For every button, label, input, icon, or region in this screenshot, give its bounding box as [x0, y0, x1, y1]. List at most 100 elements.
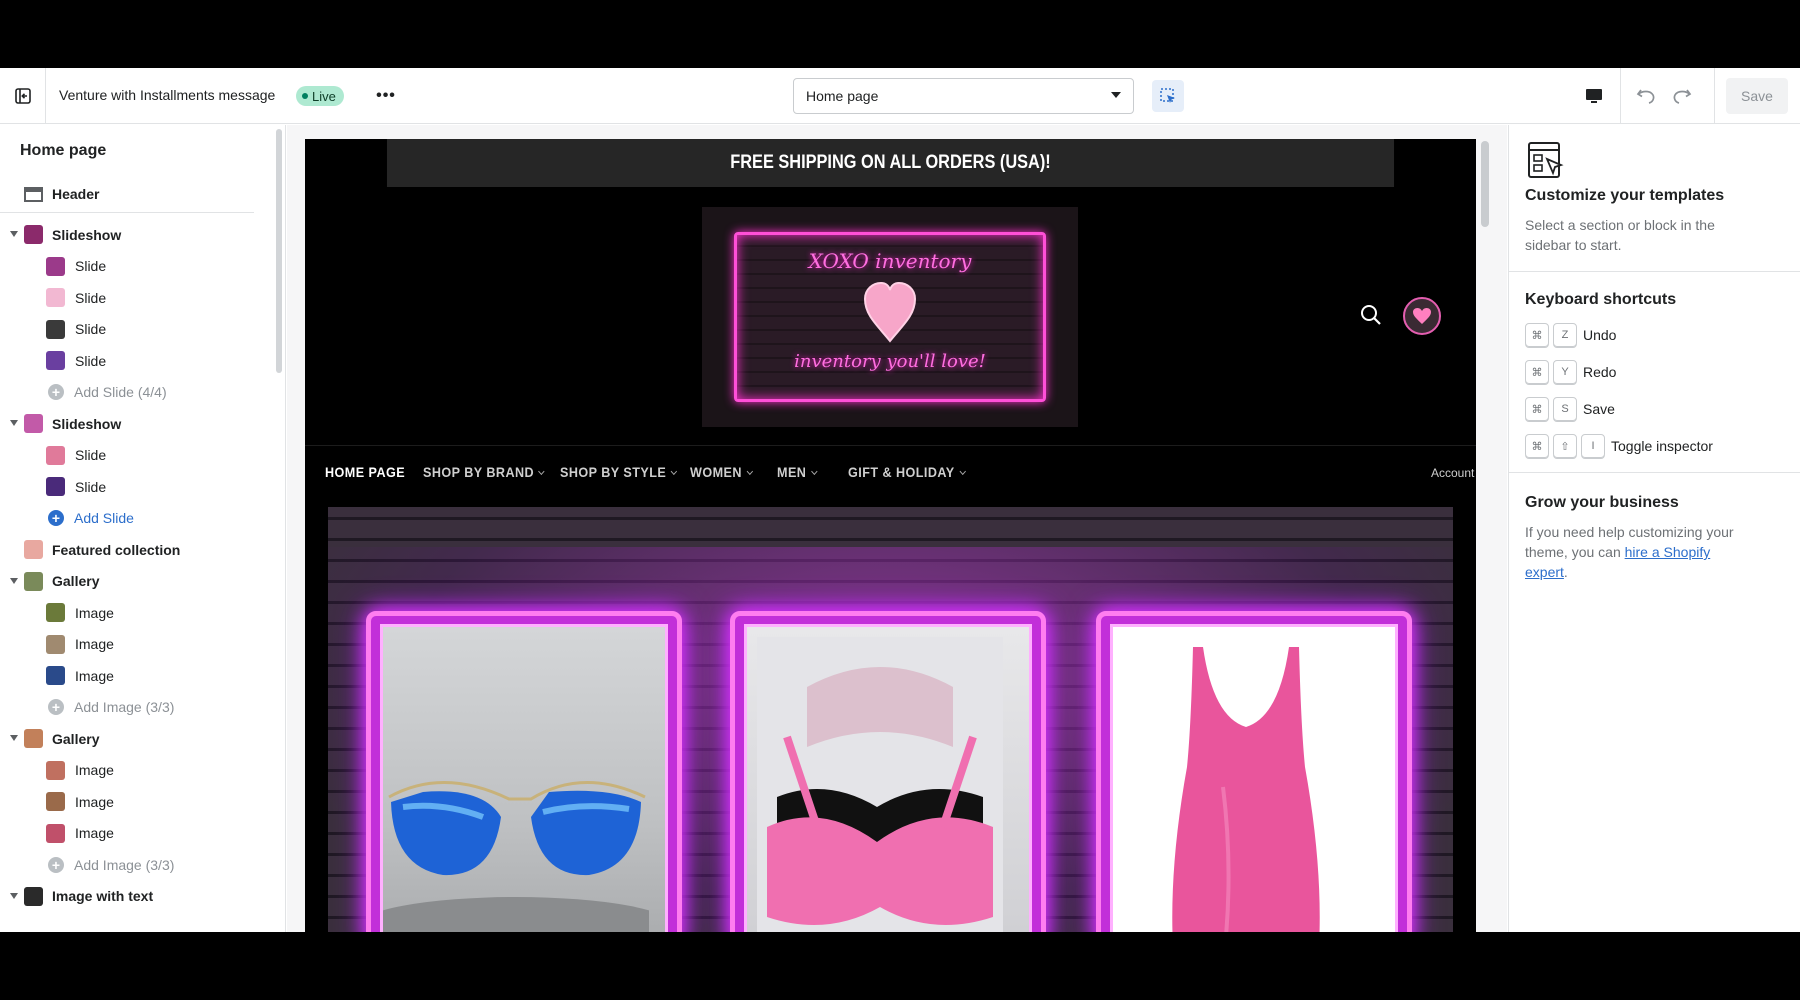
- grow-text: If you need help customizing your theme,…: [1525, 522, 1755, 582]
- sidebar-row-label: Featured collection: [52, 541, 181, 558]
- grow-text-after: .: [1563, 564, 1568, 580]
- redo-button[interactable]: [1666, 80, 1698, 112]
- template-page-select[interactable]: Home page: [793, 78, 1134, 114]
- preview-area: FREE SHIPPING ON ALL ORDERS (USA)! XOXO …: [287, 125, 1507, 932]
- sidebar-block-image[interactable]: Image: [0, 597, 270, 629]
- sidebar-row-label: Gallery: [52, 730, 100, 747]
- keycap: Y: [1553, 360, 1577, 384]
- chevron-down-icon: [959, 467, 966, 476]
- nav-label: MEN: [777, 464, 807, 480]
- block-thumbnail: [46, 823, 65, 843]
- nav-item-shop-by-style[interactable]: SHOP BY STYLE: [560, 464, 678, 480]
- section-thumbnail: [24, 414, 43, 434]
- cart-icon[interactable]: [1403, 297, 1441, 335]
- section-label: Header: [52, 186, 100, 202]
- sidebar-section-slideshow[interactable]: Slideshow: [0, 219, 270, 251]
- preview-scrollbar[interactable]: [1481, 141, 1489, 227]
- theme-name: Venture with Installments message: [59, 87, 276, 103]
- collapse-triangle-icon[interactable]: [10, 577, 18, 584]
- heart-icon: [863, 281, 917, 343]
- nav-label: GIFT & HOLIDAY: [848, 464, 955, 480]
- chevron-down-icon: [810, 467, 818, 476]
- add-block-button[interactable]: + Add Slide (4/4): [0, 377, 270, 409]
- sidebar-row-label: Image: [75, 636, 114, 653]
- exit-editor-button[interactable]: [0, 68, 46, 124]
- collapse-triangle-icon[interactable]: [10, 231, 18, 237]
- sidebar-row-label: Slide: [75, 321, 107, 338]
- nav-label: HOME PAGE: [325, 464, 406, 480]
- sidebar-row-label: Slide: [75, 478, 107, 495]
- sidebar-block-slide[interactable]: Slide: [0, 345, 270, 377]
- nav-item-women[interactable]: WOMEN: [690, 464, 753, 480]
- add-block-button[interactable]: + Add Slide: [0, 503, 270, 535]
- sidebar-section-slideshow[interactable]: Slideshow: [0, 408, 270, 440]
- sidebar-row-label: Add Image (3/3): [74, 856, 175, 873]
- keycap: ⇧: [1553, 434, 1577, 458]
- sidebar-row-label: Gallery: [52, 573, 100, 590]
- announcement-bar[interactable]: FREE SHIPPING ON ALL ORDERS (USA)!: [386, 139, 1395, 187]
- sidebar-block-slide[interactable]: Slide: [0, 471, 270, 503]
- shortcut-label: Toggle inspector: [1611, 438, 1713, 454]
- chevron-down-icon: [538, 467, 545, 476]
- section-header[interactable]: Header: [0, 176, 254, 213]
- collapse-triangle-icon[interactable]: [10, 892, 18, 899]
- save-button[interactable]: Save: [1726, 78, 1788, 114]
- sidebar-row-label: Image: [75, 604, 114, 621]
- keycap: ⌘: [1525, 323, 1549, 347]
- sidebar-row-label: Slide: [75, 258, 107, 275]
- sidebar-block-slide[interactable]: Slide: [0, 282, 270, 314]
- keycap: S: [1553, 397, 1577, 421]
- plus-circle-icon: +: [48, 384, 64, 401]
- more-actions-button[interactable]: •••: [372, 82, 400, 110]
- shortcut-row: ⌘ Y Redo: [1525, 360, 1785, 384]
- sidebar-block-image[interactable]: Image: [0, 629, 270, 661]
- inspector-toggle-button[interactable]: [1152, 80, 1184, 112]
- nav-item-shop-by-brand[interactable]: SHOP BY BRAND: [423, 464, 545, 480]
- pink-dress-image: [1096, 611, 1412, 932]
- nav-item-gift-holiday[interactable]: GIFT & HOLIDAY: [848, 464, 966, 480]
- sidebar-section-featured-collection[interactable]: Featured collection: [0, 534, 270, 566]
- add-block-button[interactable]: + Add Image (3/3): [0, 849, 270, 881]
- sidebar-section-gallery[interactable]: Gallery: [0, 566, 270, 598]
- dress-illustration: [1172, 647, 1320, 932]
- nav-item-home[interactable]: HOME PAGE: [325, 464, 405, 480]
- sidebar-scrollbar[interactable]: [276, 129, 282, 373]
- letterbox-bottom: [0, 932, 1800, 1000]
- sidebar-block-image[interactable]: Image: [0, 786, 270, 818]
- collapse-triangle-icon[interactable]: [10, 735, 18, 741]
- nav-item-men[interactable]: MEN: [777, 464, 818, 480]
- collapse-triangle-icon[interactable]: [10, 420, 18, 426]
- block-thumbnail: [46, 288, 65, 308]
- store-logo[interactable]: XOXO inventory inventory you'll love!: [702, 207, 1078, 427]
- sidebar-block-slide[interactable]: Slide: [0, 251, 270, 283]
- account-link[interactable]: Account: [1431, 466, 1474, 480]
- sidebar-block-slide[interactable]: Slide: [0, 440, 270, 472]
- search-icon[interactable]: [1359, 303, 1383, 332]
- nav-label: WOMEN: [690, 464, 742, 480]
- desktop-view-button[interactable]: [1578, 80, 1610, 112]
- tree-rows: Slideshow Slide Slide Slide Slide + Add Slide …: [0, 219, 270, 912]
- storefront-preview[interactable]: FREE SHIPPING ON ALL ORDERS (USA)! XOXO …: [305, 139, 1476, 932]
- nav-label: SHOP BY STYLE: [560, 464, 667, 480]
- sidebar-section-gallery[interactable]: Gallery: [0, 723, 270, 755]
- sidebar-block-image[interactable]: Image: [0, 755, 270, 787]
- sidebar-row-label: Slideshow: [52, 226, 122, 243]
- sidebar-block-image[interactable]: Image: [0, 660, 270, 692]
- editor-topbar: Venture with Installments message Live •…: [0, 68, 1800, 124]
- sidebar-row-label: Add Slide: [74, 510, 134, 527]
- nav-label: SHOP BY BRAND: [423, 464, 535, 480]
- undo-button[interactable]: [1630, 80, 1662, 112]
- sidebar-block-image[interactable]: Image: [0, 818, 270, 850]
- grow-title: Grow your business: [1525, 494, 1679, 511]
- sidebar-section-image-with-text[interactable]: Image with text: [0, 881, 270, 913]
- sidebar-block-slide[interactable]: Slide: [0, 314, 270, 346]
- sidebar-row-label: Slide: [75, 352, 107, 369]
- shortcut-label: Save: [1583, 401, 1615, 417]
- slideshow-banner[interactable]: [328, 507, 1453, 932]
- shortcut-list: ⌘ Z Undo ⌘ Y Redo ⌘ S Save ⌘ ⇧ I Toggle inspector: [1525, 323, 1785, 471]
- add-block-button[interactable]: + Add Image (3/3): [0, 692, 270, 724]
- section-tree: Header Slideshow Slide Slide Slide Slide + Add…: [0, 176, 270, 912]
- live-dot-icon: [302, 93, 308, 99]
- plus-circle-icon: +: [48, 510, 64, 527]
- sidebar-row-label: Slide: [75, 447, 107, 464]
